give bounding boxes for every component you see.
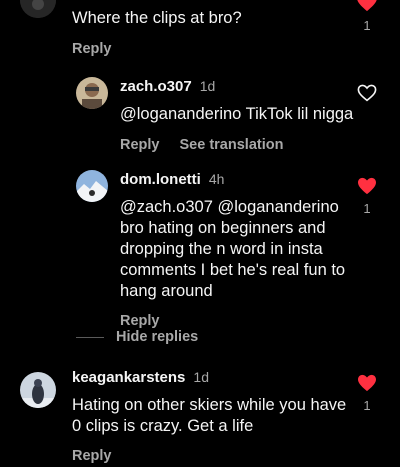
comment-4: keagankarstens 1d Hating on other skiers … <box>72 369 352 464</box>
timestamp: 1d <box>193 369 209 385</box>
like-button[interactable]: 1 <box>352 0 382 33</box>
heart-outline-icon <box>357 84 377 102</box>
like-count: 1 <box>363 201 371 216</box>
comment-text: Where the clips at bro? <box>72 9 242 27</box>
like-button[interactable] <box>352 84 382 102</box>
heart-filled-icon <box>358 177 376 195</box>
like-count: 1 <box>363 18 371 33</box>
username[interactable]: keagankarstens <box>72 369 185 386</box>
comment-3: dom.lonetti 4h @zach.o307 @logananderino … <box>120 171 355 329</box>
comment-text: @logananderino TikTok lil nigga <box>120 105 354 123</box>
username[interactable]: zach.o307 <box>120 78 192 95</box>
reply-button[interactable]: Reply <box>72 448 112 464</box>
comment-1: Where the clips at bro? Reply <box>72 8 342 57</box>
reply-button[interactable]: Reply <box>120 137 160 153</box>
see-translation-button[interactable]: See translation <box>180 137 284 153</box>
username[interactable]: dom.lonetti <box>120 171 201 188</box>
heart-filled-icon <box>357 0 377 12</box>
timestamp: 4h <box>208 171 225 187</box>
reply-button[interactable]: Reply <box>72 41 112 57</box>
avatar[interactable] <box>76 77 108 109</box>
hide-replies-label: Hide replies <box>116 329 199 345</box>
comment-2: zach.o307 1d @logananderino TikTok lil ni… <box>120 78 355 153</box>
heart-filled-icon <box>358 374 376 392</box>
timestamp: 1d <box>199 78 216 94</box>
reply-button[interactable]: Reply <box>120 313 160 329</box>
comment-text: Hating on other skiers while you have 0 … <box>72 396 347 435</box>
like-button[interactable]: 1 <box>352 177 382 216</box>
avatar[interactable] <box>20 372 56 408</box>
like-button[interactable]: 1 <box>352 374 382 413</box>
like-count: 1 <box>363 398 371 413</box>
divider <box>76 336 104 338</box>
avatar[interactable] <box>76 170 108 202</box>
comment-text: @zach.o307 @logananderino bro hating on … <box>120 198 346 300</box>
avatar[interactable] <box>20 0 56 18</box>
hide-replies-button[interactable]: Hide replies <box>76 329 198 345</box>
